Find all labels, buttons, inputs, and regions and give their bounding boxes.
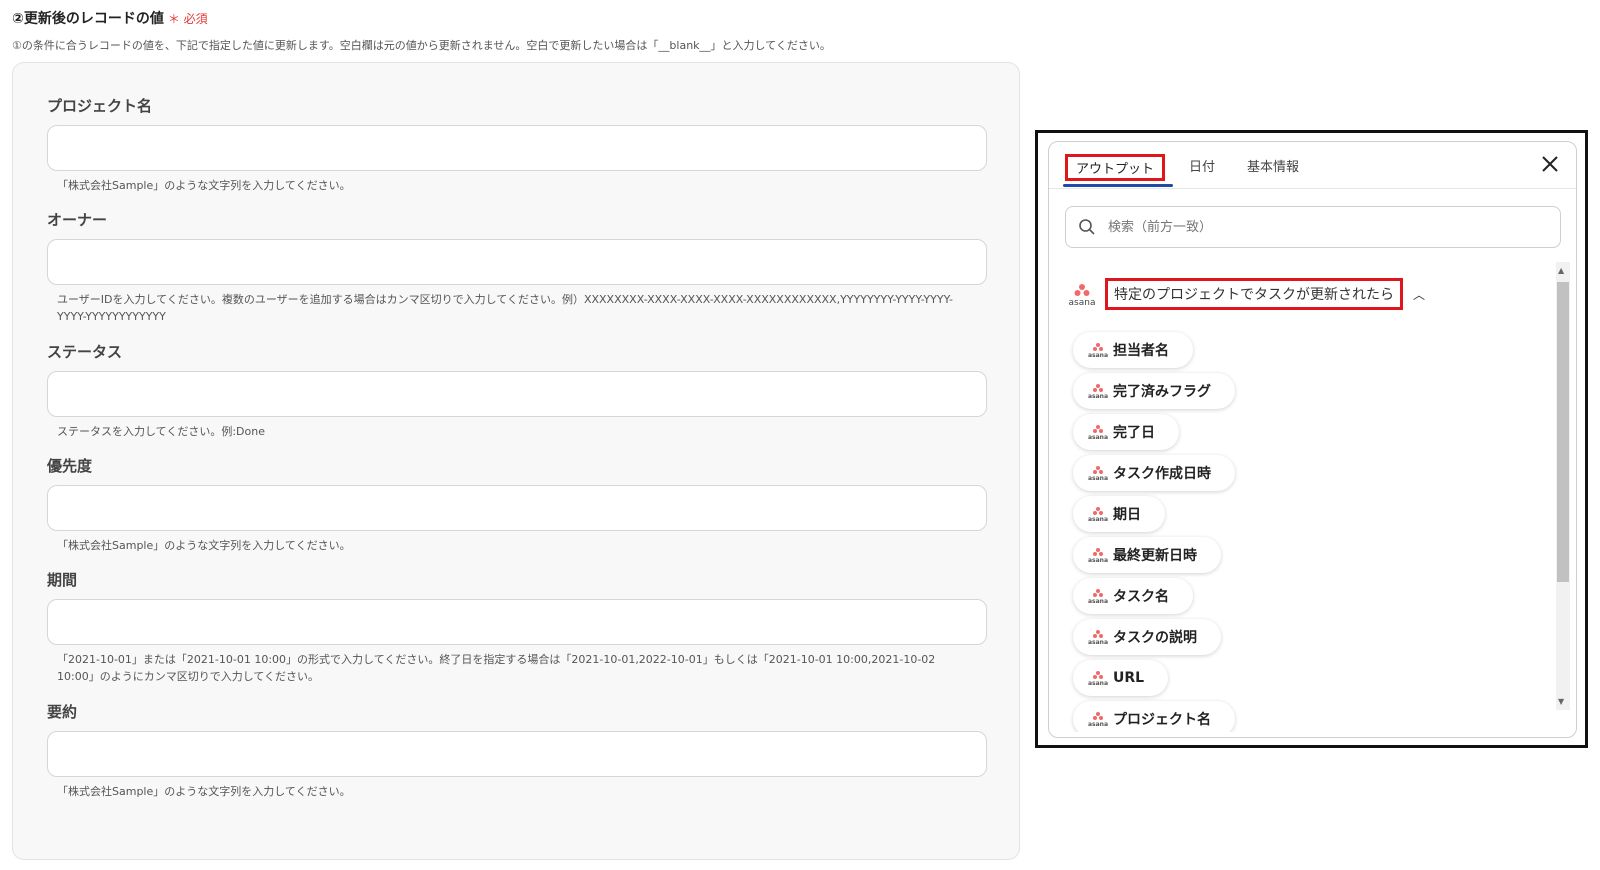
field-project-name: プロジェクト名 「株式会社Sample」のような文字列を入力してください。 (47, 95, 997, 194)
output-item-label: 最終更新日時 (1113, 548, 1197, 564)
asana-mini-text: asana (1088, 516, 1108, 522)
field-help: 「2021-10-01」または「2021-10-01 10:00」の形式で入力し… (57, 653, 936, 683)
asana-mini-icon: asana (1087, 547, 1109, 564)
summary-input[interactable] (47, 731, 987, 777)
tab-date[interactable]: 日付 (1189, 156, 1215, 175)
close-icon[interactable] (1538, 152, 1562, 176)
output-item-label: 完了済みフラグ (1113, 384, 1211, 400)
output-panel-frame: アウトプット 日付 基本情報 asana (1035, 130, 1588, 748)
chevron-up-icon: ︿ (1413, 287, 1426, 302)
owner-input[interactable] (47, 239, 987, 285)
output-item-chip[interactable]: asana 完了済みフラグ (1073, 373, 1235, 409)
output-item-chip[interactable]: asana URL (1073, 660, 1169, 696)
project-name-input[interactable] (47, 125, 987, 171)
output-item-chip[interactable]: asana 担当者名 (1073, 332, 1193, 368)
output-item-chip[interactable]: asana 最終更新日時 (1073, 537, 1221, 573)
field-label: 期間 (47, 571, 78, 589)
asana-logo-text: asana (1069, 298, 1096, 306)
asana-mini-text: asana (1088, 557, 1108, 563)
field-label: オーナー (47, 211, 108, 229)
search-input[interactable] (1106, 218, 1530, 236)
required-mark: ＊ 必須 (167, 12, 208, 26)
status-input[interactable] (47, 371, 987, 417)
asana-mini-icon: asana (1087, 465, 1109, 482)
field-owner: オーナー ユーザーIDを入力してください。複数のユーザーを追加する場合はカンマ区… (47, 209, 997, 325)
field-priority: 優先度 「株式会社Sample」のような文字列を入力してください。 (47, 455, 997, 554)
output-item-chip[interactable]: asana 完了日 (1073, 414, 1179, 450)
output-chips: asana 担当者名 asana 完了済みフラグ asana 完了日 asana タスク作成日… (1073, 332, 1235, 732)
asana-logo: asana (1065, 282, 1099, 308)
tab-basic-info[interactable]: 基本情報 (1247, 156, 1299, 175)
output-item-chip[interactable]: asana タスク作成日時 (1073, 455, 1235, 491)
field-label: プロジェクト名 (47, 97, 153, 115)
field-help: 「株式会社Sample」のような文字列を入力してください。 (57, 785, 351, 798)
output-item-label: タスクの説明 (1113, 630, 1197, 646)
trigger-group-title: 特定のプロジェクトでタスクが更新されたら (1105, 278, 1403, 310)
output-item-chip[interactable]: asana プロジェクト名 (1073, 701, 1235, 732)
active-tab-indicator (1063, 184, 1173, 187)
asana-mini-icon: asana (1087, 711, 1109, 728)
asana-mini-icon: asana (1087, 506, 1109, 523)
tab-output-label: アウトプット (1065, 154, 1166, 181)
output-panel: アウトプット 日付 基本情報 asana (1048, 141, 1577, 738)
scrollbar[interactable]: ▲ ▼ (1556, 262, 1570, 710)
asana-mini-text: asana (1088, 680, 1108, 686)
output-item-label: プロジェクト名 (1113, 712, 1211, 728)
period-input[interactable] (47, 599, 987, 645)
asana-mini-icon: asana (1087, 342, 1109, 359)
output-item-label: 担当者名 (1113, 343, 1169, 359)
field-help: ステータスを入力してください。例:Done (57, 425, 265, 438)
output-item-label: タスク名 (1113, 589, 1169, 605)
panel-tabs: アウトプット 日付 基本情報 (1049, 142, 1576, 189)
asana-mini-text: asana (1088, 475, 1108, 481)
field-period: 期間 「2021-10-01」または「2021-10-01 10:00」の形式で… (47, 569, 997, 685)
priority-input[interactable] (47, 485, 987, 531)
field-label: ステータス (47, 343, 123, 361)
output-list: asana 特定のプロジェクトでタスクが更新されたら ︿ asana 担当者名 as… (1049, 262, 1559, 732)
form-card: プロジェクト名 「株式会社Sample」のような文字列を入力してください。 オー… (12, 62, 1020, 860)
section-description: ①の条件に合うレコードの値を、下記で指定した値に更新します。空白欄は元の値から更… (12, 39, 831, 52)
asana-mini-text: asana (1088, 598, 1108, 604)
asana-mini-text: asana (1088, 639, 1108, 645)
output-item-chip[interactable]: asana タスクの説明 (1073, 619, 1221, 655)
output-item-label: 期日 (1113, 507, 1141, 523)
output-item-chip[interactable]: asana 期日 (1073, 496, 1165, 532)
field-help: 「株式会社Sample」のような文字列を入力してください。 (57, 179, 351, 192)
section-title-text: ②更新後のレコードの値 (12, 11, 164, 27)
scroll-down-icon[interactable]: ▼ (1558, 697, 1564, 706)
field-status: ステータス ステータスを入力してください。例:Done (47, 341, 997, 440)
output-item-label: タスク作成日時 (1113, 466, 1211, 482)
field-label: 要約 (47, 703, 78, 721)
output-item-label: URL (1113, 670, 1145, 686)
asana-mini-icon: asana (1087, 670, 1109, 687)
asana-mini-icon: asana (1087, 424, 1109, 441)
search-icon (1079, 219, 1095, 235)
scroll-up-icon[interactable]: ▲ (1558, 266, 1564, 275)
field-help: ユーザーIDを入力してください。複数のユーザーを追加する場合はカンマ区切りで入力… (57, 293, 953, 323)
section-title: ②更新後のレコードの値＊ 必須 (12, 8, 208, 28)
asana-mini-text: asana (1088, 434, 1108, 440)
asana-mini-icon: asana (1087, 588, 1109, 605)
asana-mini-text: asana (1088, 352, 1108, 358)
tab-output[interactable]: アウトプット (1065, 154, 1166, 181)
search-box[interactable] (1065, 206, 1561, 248)
output-item-chip[interactable]: asana タスク名 (1073, 578, 1193, 614)
output-item-label: 完了日 (1113, 425, 1155, 441)
asana-mini-text: asana (1088, 393, 1108, 399)
scroll-thumb[interactable] (1557, 282, 1569, 582)
asana-mini-text: asana (1088, 721, 1108, 727)
trigger-group-header[interactable]: asana 特定のプロジェクトでタスクが更新されたら ︿ (1065, 278, 1425, 310)
asana-mini-icon: asana (1087, 383, 1109, 400)
field-label: 優先度 (47, 457, 93, 475)
field-summary: 要約 「株式会社Sample」のような文字列を入力してください。 (47, 701, 997, 800)
field-help: 「株式会社Sample」のような文字列を入力してください。 (57, 539, 351, 552)
asana-mini-icon: asana (1087, 629, 1109, 646)
